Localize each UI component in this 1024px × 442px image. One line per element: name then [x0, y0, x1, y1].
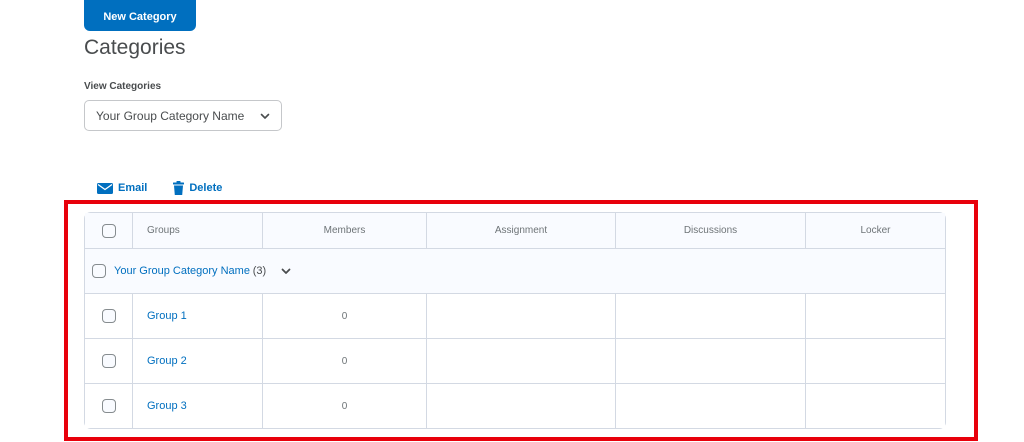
locker-cell [806, 384, 945, 428]
row-checkbox[interactable] [101, 309, 116, 323]
page-title: Categories [84, 36, 186, 59]
category-row: Your Group Category Name (3) [85, 249, 945, 294]
action-toolbar: Email Delete [97, 181, 222, 195]
delete-label: Delete [189, 182, 223, 194]
row-checkbox-cell [85, 384, 133, 428]
discussions-cell [616, 384, 806, 428]
select-all-cell [85, 213, 133, 249]
email-button[interactable]: Email [97, 181, 147, 195]
column-header-locker: Locker [806, 213, 945, 249]
column-header-members: Members [263, 213, 427, 249]
row-checkbox-cell [85, 294, 133, 339]
assignment-cell [427, 294, 616, 339]
row-checkbox-cell [85, 339, 133, 384]
category-select[interactable]: Your Group Category Name [84, 100, 282, 131]
row-checkbox[interactable] [101, 354, 116, 368]
new-category-button[interactable]: New Category [84, 0, 196, 31]
column-header-discussions: Discussions [616, 213, 806, 249]
assignment-cell [427, 339, 616, 384]
chevron-down-icon[interactable] [280, 265, 292, 277]
select-all-checkbox[interactable] [101, 223, 116, 238]
category-select-value: Your Group Category Name [96, 108, 245, 123]
trash-icon [173, 181, 185, 195]
table-header-row: Groups Members Assignment Discussions Lo… [85, 213, 945, 249]
category-count: (3) [252, 265, 267, 277]
discussions-cell [616, 339, 806, 384]
column-header-assignment: Assignment [427, 213, 616, 249]
locker-cell [806, 294, 945, 339]
view-categories-label: View Categories [84, 81, 162, 92]
group-name-link[interactable]: Group 3 [133, 384, 263, 428]
email-label: Email [118, 182, 148, 194]
table-row: Group 1 0 [85, 294, 945, 339]
assignment-cell [427, 384, 616, 428]
column-header-groups: Groups [133, 213, 263, 249]
chevron-down-icon [260, 113, 270, 119]
group-name-link[interactable]: Group 2 [133, 339, 263, 384]
delete-button[interactable]: Delete [173, 181, 222, 195]
email-icon [97, 182, 113, 194]
members-count: 0 [263, 294, 427, 339]
table-row: Group 3 0 [85, 384, 945, 428]
groups-table: Groups Members Assignment Discussions Lo… [84, 212, 946, 429]
members-count: 0 [263, 339, 427, 384]
discussions-cell [616, 294, 806, 339]
row-checkbox[interactable] [101, 399, 116, 413]
category-checkbox[interactable] [92, 264, 106, 278]
category-name-link[interactable]: Your Group Category Name [114, 265, 250, 277]
group-name-link[interactable]: Group 1 [133, 294, 263, 339]
table-row: Group 2 0 [85, 339, 945, 384]
locker-cell [806, 339, 945, 384]
members-count: 0 [263, 384, 427, 428]
category-cell: Your Group Category Name (3) [85, 249, 945, 294]
